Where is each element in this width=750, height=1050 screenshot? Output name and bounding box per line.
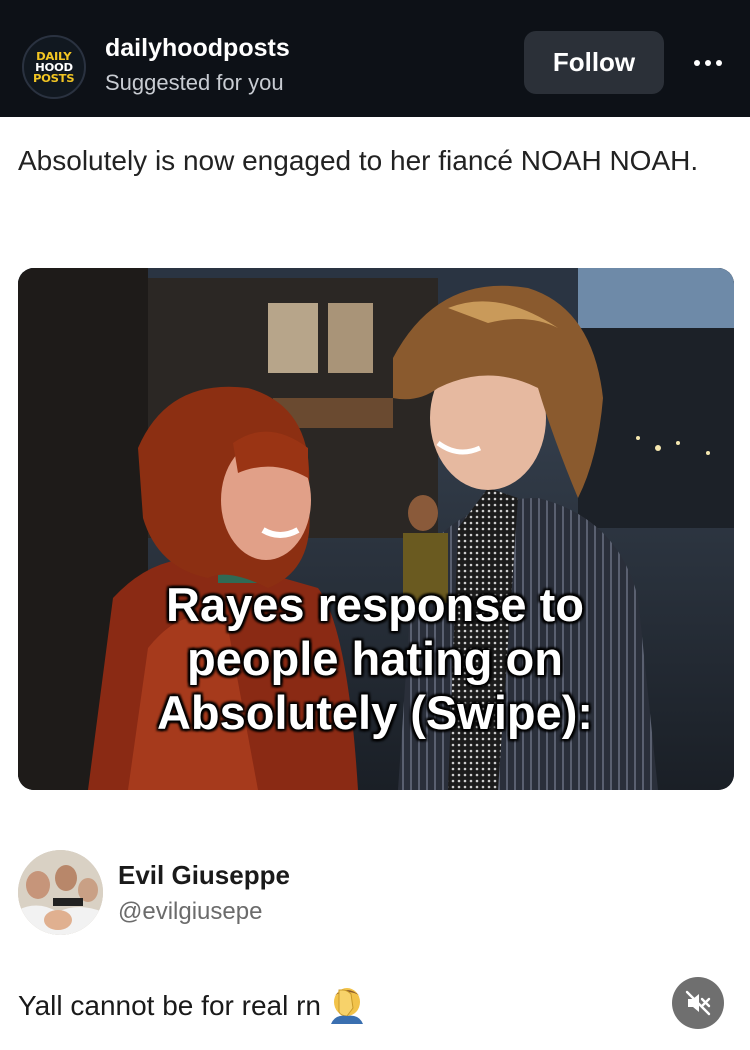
tweet-author-name[interactable]: Evil Giuseppe xyxy=(118,860,290,891)
embedded-tweet: Evil Giuseppe @evilgiusepe Yall cannot b… xyxy=(0,790,750,1050)
tweet-text-content: Yall cannot be for real rn xyxy=(18,990,321,1021)
speaker-muted-icon xyxy=(685,990,711,1016)
account-handle[interactable]: dailyhoodposts xyxy=(105,34,290,63)
mute-toggle-button[interactable] xyxy=(672,977,724,1029)
post-caption: Absolutely is now engaged to her fiancé … xyxy=(18,145,699,176)
logo-line-3: POSTS xyxy=(33,71,75,85)
tweet-author-avatar[interactable] xyxy=(18,850,103,935)
more-options-icon[interactable] xyxy=(686,48,730,78)
post-header: DAILY HOOD POSTS dailyhoodposts Suggeste… xyxy=(0,0,750,117)
follow-button[interactable]: Follow xyxy=(524,31,664,94)
tweet-text: Yall cannot be for real rn xyxy=(18,986,367,1024)
image-overlay-text: Rayes response to people hating on Absol… xyxy=(156,578,594,739)
account-avatar-logo[interactable]: DAILY HOOD POSTS xyxy=(22,35,86,99)
avatar-photo xyxy=(18,850,103,935)
tweet-author-handle[interactable]: @evilgiusepe xyxy=(118,898,262,926)
facepalm-icon xyxy=(330,988,363,1024)
suggested-label: Suggested for you xyxy=(105,70,284,95)
